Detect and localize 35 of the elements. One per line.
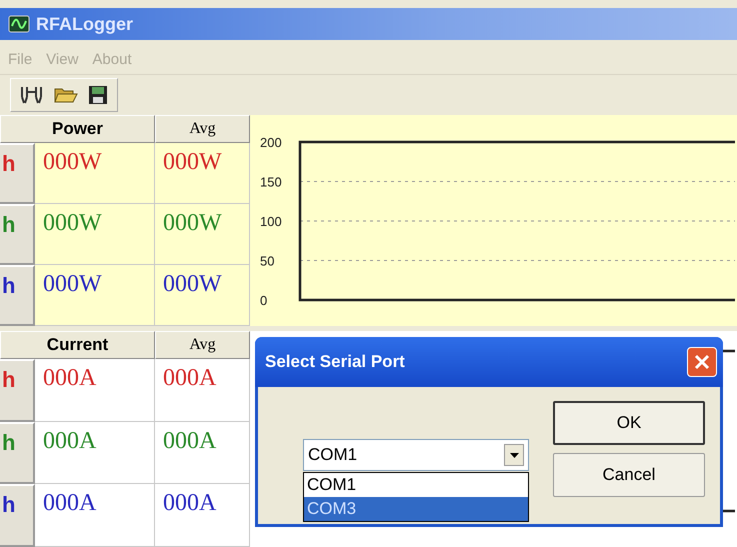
close-icon	[694, 354, 710, 370]
cancel-button[interactable]: Cancel	[553, 453, 705, 497]
channel-label: h	[0, 359, 35, 422]
channel-label: h	[0, 265, 35, 326]
dropdown-option[interactable]: COM3	[304, 497, 528, 521]
axis-tick-label: 150	[260, 174, 282, 190]
dropdown-value: COM1	[308, 445, 358, 465]
reading-cell: 000W	[35, 204, 155, 265]
app-icon	[8, 15, 30, 33]
column-header: Current	[0, 331, 155, 359]
channel-label: h	[0, 204, 35, 265]
axis-tick-label: 100	[260, 214, 282, 229]
window-title: RFALogger	[36, 14, 133, 34]
caret-icon	[510, 452, 518, 458]
close-button[interactable]	[687, 347, 717, 377]
channel-label: h	[0, 484, 35, 547]
dialog-title: Select Serial Port	[265, 352, 405, 372]
reading-cell: 000W	[35, 143, 155, 204]
column-header: Avg	[155, 115, 250, 143]
ok-button[interactable]: OK	[553, 401, 705, 445]
axis-tick-label: 50	[260, 254, 274, 268]
reading-cell: 000A	[35, 484, 155, 547]
axis-tick-label: 200	[260, 135, 282, 150]
channel-label: h	[0, 422, 35, 484]
reading-cell: 000A	[35, 359, 155, 422]
axis-tick-label: 0	[260, 293, 268, 308]
channel-label: h	[0, 143, 35, 204]
reading-cell: 000A	[35, 422, 155, 484]
dropdown-option[interactable]: COM1	[304, 473, 528, 497]
reading-cell: 000W	[35, 265, 155, 326]
save-icon[interactable]	[87, 83, 109, 107]
column-header: Power	[0, 115, 155, 143]
column-header: Avg	[155, 331, 250, 359]
dropdown-arrow-button[interactable]	[504, 444, 524, 466]
port-dropdown[interactable]: COM1	[303, 439, 529, 471]
